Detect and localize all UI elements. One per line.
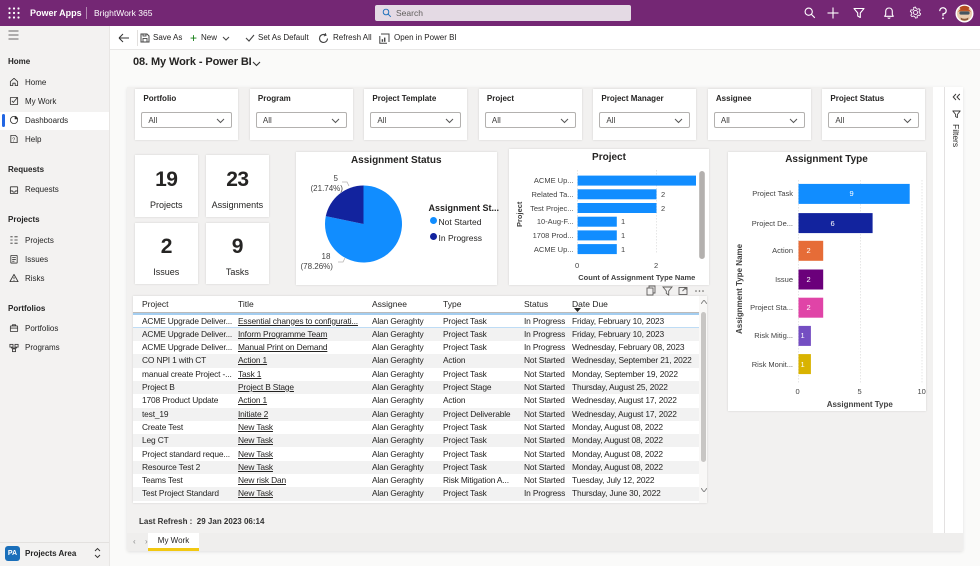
svg-text:?: ? [12,138,15,144]
